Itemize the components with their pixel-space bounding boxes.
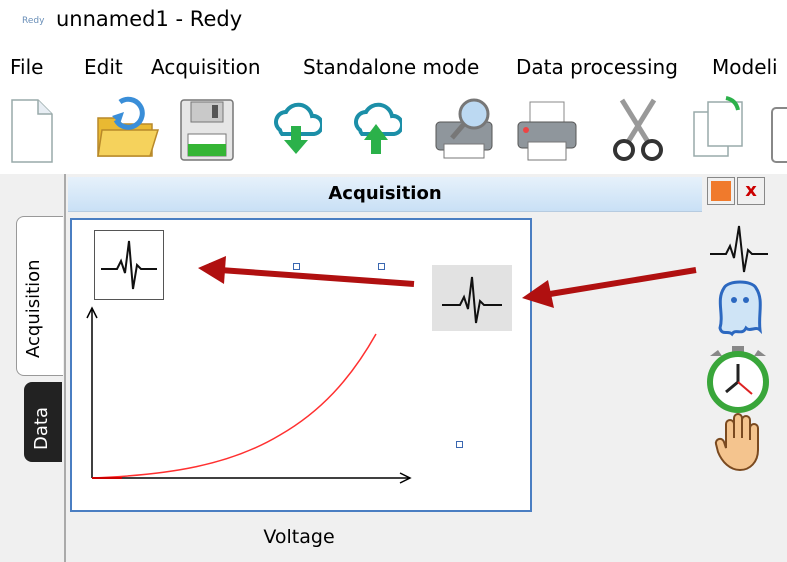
selection-handle[interactable] (456, 441, 463, 448)
toolbar (0, 88, 787, 174)
panel-title: Acquisition (328, 183, 442, 204)
axis-label-voltage: Voltage (263, 526, 335, 548)
app-icon: Redy (22, 16, 45, 26)
ecg-signal-icon (101, 240, 157, 290)
block-palette (700, 214, 780, 474)
new-document-icon[interactable] (8, 94, 58, 166)
stopwatch-icon[interactable] (702, 344, 780, 414)
drag-arrows (198, 256, 697, 308)
tab-data-label: Data (31, 407, 52, 450)
paste-icon[interactable] (768, 94, 787, 166)
panel-close-button[interactable]: x (737, 177, 765, 205)
ghost-icon[interactable] (710, 278, 770, 348)
panel-divider (64, 174, 66, 562)
window-title: unnamed1 - Redy (56, 7, 243, 31)
save-disk-icon[interactable] (178, 94, 238, 164)
menu-acquisition[interactable]: Acquisition (151, 55, 261, 79)
title-bar: Redy unnamed1 - Redy (0, 0, 787, 42)
cloud-upload-icon[interactable] (350, 94, 402, 164)
copy-icon[interactable] (690, 94, 750, 166)
menu-file[interactable]: File (10, 55, 43, 79)
open-folder-icon[interactable] (92, 94, 162, 164)
printer-icon[interactable] (512, 94, 582, 164)
menu-edit[interactable]: Edit (84, 55, 123, 79)
ecg-signal-icon[interactable] (706, 220, 772, 276)
stop-hand-icon[interactable] (714, 412, 770, 472)
panel-float-button[interactable] (707, 177, 735, 205)
menu-modeling[interactable]: Modeli (712, 55, 778, 79)
menu-standalone-mode[interactable]: Standalone mode (303, 55, 479, 79)
voltage-graph (86, 306, 412, 484)
menu-bar: File Edit Acquisition Standalone mode Da… (0, 42, 787, 88)
menu-data-processing[interactable]: Data processing (516, 55, 678, 79)
print-preview-icon[interactable] (430, 94, 502, 164)
orange-square-icon (711, 181, 731, 201)
tab-acquisition-label: Acquisition (23, 259, 44, 358)
scissors-cut-icon[interactable] (608, 94, 668, 166)
cloud-download-icon[interactable] (270, 94, 322, 164)
ecg-block[interactable] (94, 230, 164, 300)
